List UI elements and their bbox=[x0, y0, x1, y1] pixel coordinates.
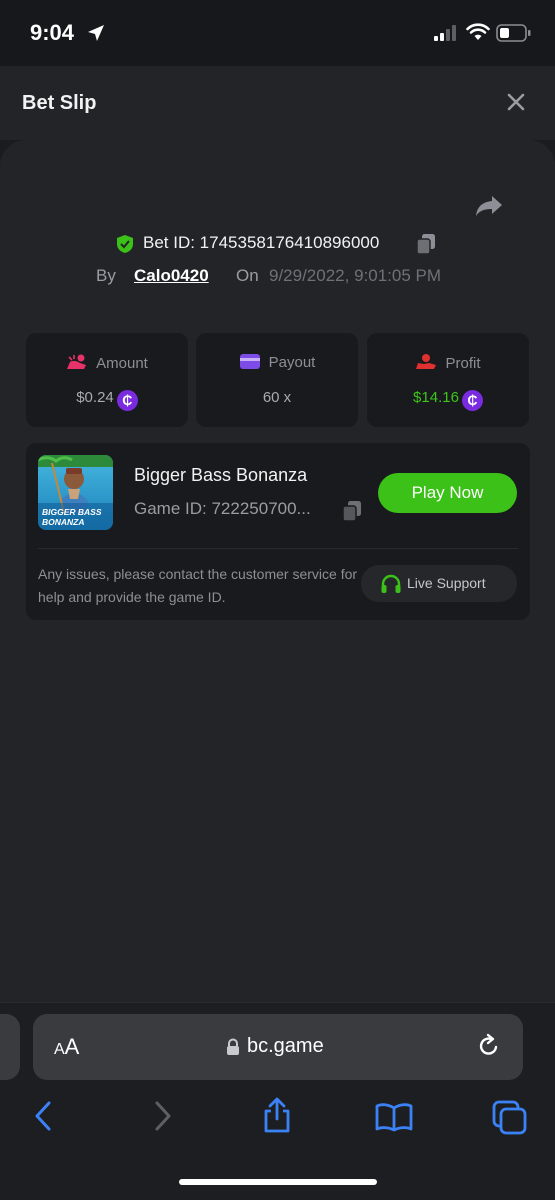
lock-icon bbox=[227, 1038, 239, 1055]
support-message: Any issues, please contact the customer … bbox=[38, 566, 358, 605]
verified-shield-icon bbox=[117, 235, 133, 253]
amount-value: $0.24 bbox=[76, 389, 114, 406]
bet-datetime: 9/29/2022, 9:01:05 PM bbox=[269, 266, 442, 285]
game-thumbnail-title-2: BONANZA bbox=[42, 517, 85, 527]
play-now-button[interactable]: Play Now bbox=[378, 473, 517, 513]
reload-icon[interactable] bbox=[476, 1033, 502, 1059]
wifi-icon bbox=[466, 23, 490, 40]
amount-icon bbox=[67, 354, 87, 369]
tabs-icon[interactable] bbox=[492, 1100, 528, 1136]
coin-icon: ₵ bbox=[116, 390, 138, 411]
profit-value: $14.16 bbox=[413, 389, 459, 406]
previous-tab-peek[interactable] bbox=[0, 1014, 20, 1080]
game-thumbnail[interactable]: BIGGER BASS BONANZA bbox=[38, 455, 113, 530]
profit-label: Profit bbox=[445, 355, 481, 372]
payout-value: 60 x bbox=[262, 389, 292, 406]
close-icon[interactable] bbox=[506, 92, 526, 112]
profit-card: Profit $14.16 ₵ bbox=[367, 333, 529, 427]
status-time: 9:04 bbox=[30, 20, 75, 45]
profit-icon bbox=[416, 354, 437, 369]
bookmarks-icon[interactable] bbox=[375, 1102, 413, 1132]
headset-icon bbox=[381, 574, 401, 593]
on-label: On bbox=[236, 266, 259, 285]
url-text: bc.game bbox=[247, 1035, 324, 1057]
location-arrow-icon bbox=[88, 25, 104, 41]
payout-card: Payout 60 x bbox=[196, 333, 358, 427]
payout-label: Payout bbox=[268, 354, 316, 371]
card-icon bbox=[239, 354, 260, 369]
divider bbox=[38, 548, 518, 549]
live-support-label: Live Support bbox=[407, 575, 486, 591]
game-name: Bigger Bass Bonanza bbox=[134, 465, 308, 485]
battery-icon bbox=[496, 24, 531, 42]
game-id: Game ID: 722250700... bbox=[134, 499, 311, 518]
back-chevron-icon[interactable] bbox=[30, 1100, 56, 1132]
copy-game-id-icon[interactable] bbox=[342, 500, 362, 522]
amount-card: Amount $0.24 ₵ bbox=[26, 333, 188, 427]
by-label: By bbox=[96, 266, 116, 285]
bet-id: Bet ID: 1745358176410896000 bbox=[143, 233, 380, 252]
username-link[interactable]: Calo0420 bbox=[134, 266, 209, 286]
coin-icon: ₵ bbox=[461, 390, 483, 411]
share-sheet-icon[interactable] bbox=[261, 1096, 293, 1134]
forward-chevron-icon[interactable] bbox=[150, 1100, 176, 1132]
share-icon[interactable] bbox=[474, 194, 504, 218]
amount-label: Amount bbox=[96, 355, 148, 372]
game-thumbnail-art: BIGGER BASS BONANZA bbox=[38, 455, 113, 530]
page-title: Bet Slip bbox=[22, 92, 97, 114]
home-indicator bbox=[179, 1179, 377, 1185]
game-thumbnail-title-1: BIGGER BASS bbox=[42, 507, 102, 517]
reader-aa-button[interactable]: AA bbox=[54, 1034, 79, 1060]
cellular-signal-icon bbox=[434, 25, 456, 41]
copy-bet-id-icon[interactable] bbox=[416, 233, 436, 255]
